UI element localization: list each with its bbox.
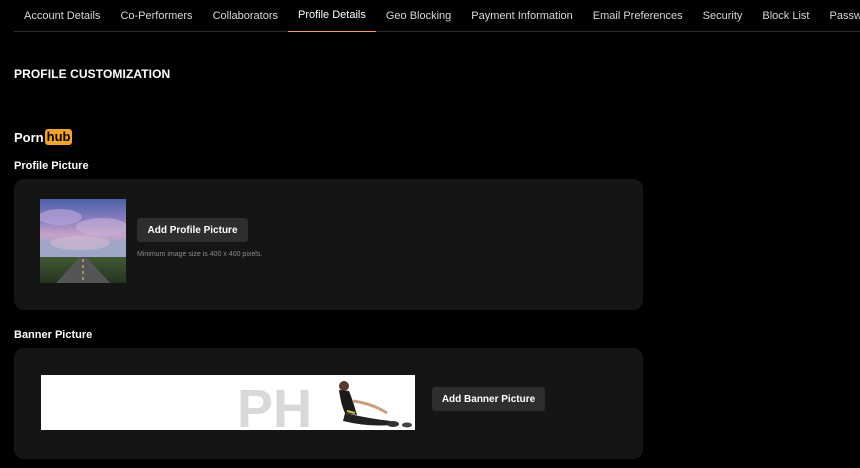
banner-image: PH bbox=[41, 375, 415, 430]
banner-watermark: PH bbox=[237, 379, 312, 430]
banner-picture-card: PH Add Banner Picture bbox=[14, 348, 643, 459]
tab-email-preferences[interactable]: Email Preferences bbox=[583, 0, 693, 32]
tab-profile-details[interactable]: Profile Details bbox=[287, 0, 376, 32]
banner-picture-label: Banner Picture bbox=[14, 329, 93, 341]
page-title: PROFILE CUSTOMIZATION bbox=[14, 67, 171, 81]
tab-block-list[interactable]: Block List bbox=[752, 0, 819, 32]
add-banner-picture-button[interactable]: Add Banner Picture bbox=[432, 387, 545, 411]
tab-co-performers[interactable]: Co-Performers bbox=[110, 0, 202, 32]
tab-account-details[interactable]: Account Details bbox=[14, 0, 110, 32]
settings-tabs: Account Details Co-Performers Collaborat… bbox=[14, 0, 860, 32]
banner-preview: PH bbox=[41, 375, 415, 430]
tab-security[interactable]: Security bbox=[693, 0, 753, 32]
site-logo: Porn hub bbox=[14, 129, 73, 145]
add-profile-picture-button[interactable]: Add Profile Picture bbox=[137, 218, 248, 242]
profile-picture-preview bbox=[40, 199, 126, 283]
logo-text-hub: hub bbox=[44, 129, 73, 145]
profile-picture-card: Add Profile Picture Minimum image size i… bbox=[14, 179, 643, 310]
profile-picture-hint: Minimum image size is 400 x 400 pixels. bbox=[137, 251, 263, 258]
logo-text-porn: Porn bbox=[14, 129, 44, 145]
tab-collaborators[interactable]: Collaborators bbox=[203, 0, 288, 32]
road-sky-image bbox=[40, 199, 126, 283]
tab-passwords[interactable]: Passwords bbox=[819, 0, 860, 32]
profile-picture-label: Profile Picture bbox=[14, 160, 89, 172]
tab-geo-blocking[interactable]: Geo Blocking bbox=[376, 0, 461, 32]
tab-payment-information[interactable]: Payment Information bbox=[461, 0, 583, 32]
